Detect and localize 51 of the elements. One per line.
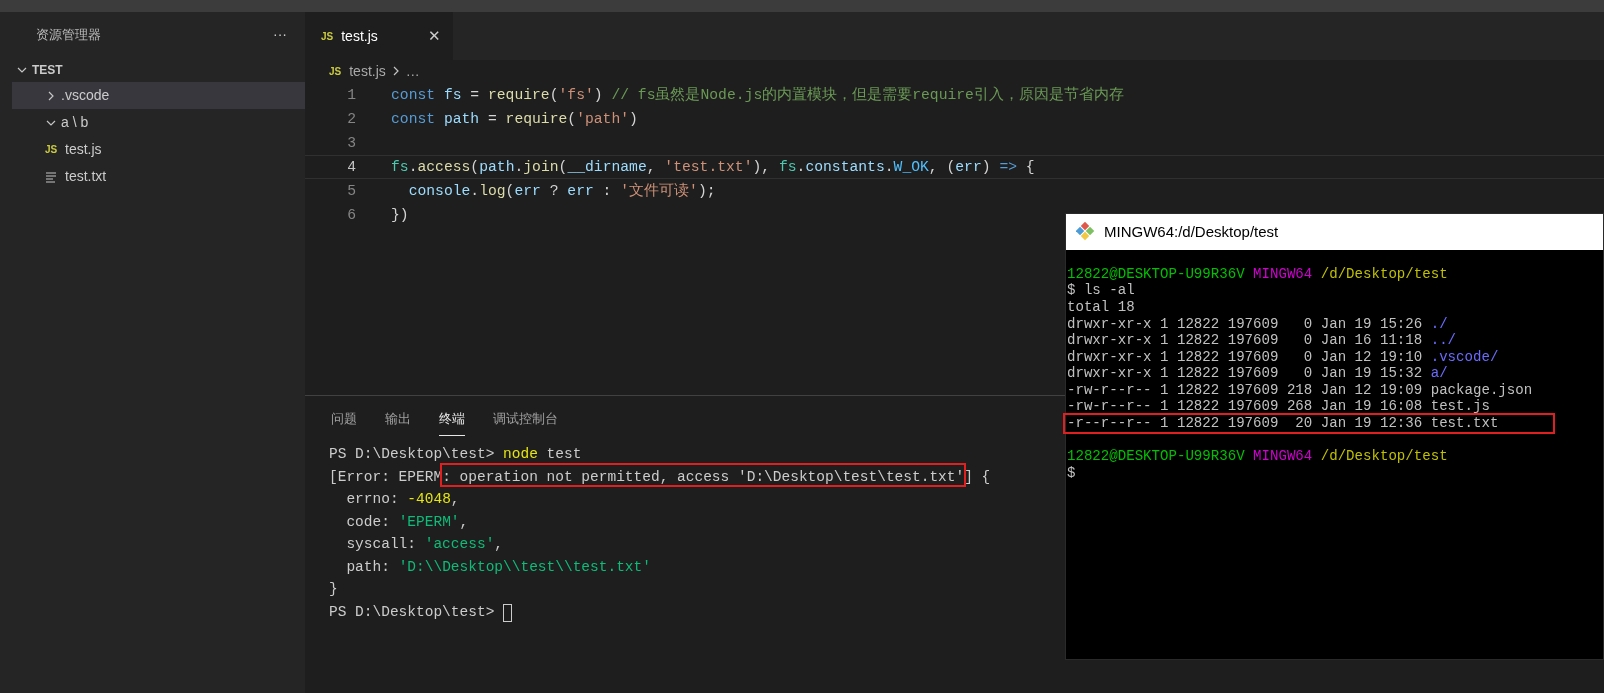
tree-item[interactable]: JS test.js (12, 136, 305, 163)
js-file-icon: JS (45, 144, 61, 155)
diamond-logo-icon (1076, 222, 1096, 242)
code-line: const path = require('path') (391, 109, 638, 129)
window-title: MINGW64:/d/Desktop/test (1104, 221, 1279, 242)
panel-tab[interactable]: 调试控制台 (493, 408, 558, 436)
terminal-line: -rw-r--r-- 1 12822 197609 218 Jan 12 19:09 package.json (1067, 380, 1533, 399)
panel-tab[interactable]: 终端 (439, 408, 465, 436)
line-number: 3 (346, 133, 356, 153)
terminal-line: errno: -4048, (345, 490, 460, 510)
terminal-line: drwxr-xr-x 1 12822 197609 0 Jan 16 11:18 ../ (1067, 331, 1457, 350)
terminal-line: drwxr-xr-x 1 12822 197609 0 Jan 12 19:10 .vscode/ (1067, 347, 1499, 366)
line-number: 6 (346, 205, 356, 225)
breadcrumb-item[interactable]: test.js (349, 60, 386, 82)
terminal-line: 12822@DESKTOP-U99R36V MINGW64 /d/Desktop/test (1067, 264, 1448, 283)
line-number: 4 (346, 158, 356, 177)
line-number: 5 (346, 181, 356, 201)
sidebar-title: 资源管理器 (36, 25, 101, 44)
breadcrumb-item[interactable]: … (405, 60, 420, 82)
terminal-line: } (329, 580, 338, 600)
js-file-icon: JS (321, 28, 334, 44)
line-number: 1 (346, 85, 356, 105)
terminal-line: 12822@DESKTOP-U99R36V MINGW64 /d/Desktop/test (1067, 447, 1448, 466)
code-line: fs.access(path.join(__dirname, 'test.txt'), fs.constants.W_OK, (err) => { (391, 158, 1035, 177)
tree-item[interactable]: test.txt (12, 163, 305, 190)
terminal-line: code: 'EPERM', (345, 512, 469, 532)
terminal-line: -rw-r--r-- 1 12822 197609 268 Jan 19 16:08 test.js (1067, 397, 1490, 417)
terminal-line: $ (1067, 463, 1076, 483)
code-line: }) (391, 205, 409, 225)
terminal-line: drwxr-xr-x 1 12822 197609 0 Jan 19 15:26 ./ (1067, 314, 1448, 333)
editor-tab[interactable]: JS test.js ✕ (305, 12, 453, 60)
line-number: 2 (346, 109, 356, 129)
terminal-line: syscall: 'access', (345, 535, 504, 555)
text-file-icon (45, 170, 57, 183)
terminal-line: PS D:\Desktop\test> node test (329, 445, 582, 465)
tree-item[interactable]: a \ b (12, 109, 305, 136)
terminal-line: -r--r--r-- 1 12822 197609 20 Jan 19 12:36 test.txt (1067, 414, 1499, 434)
code-line: const fs = require('fs') // fs虽然是Node.js的内置模块，但是需要require引入，原因是节省内存 (391, 85, 1124, 105)
terminal-line: PS D:\Desktop\test> (329, 602, 496, 622)
terminal-line: drwxr-xr-x 1 12822 197609 0 Jan 19 15:32 a/ (1067, 364, 1448, 383)
tree-item[interactable]: TEST (0, 57, 305, 82)
terminal-line: $ ls -al (1067, 281, 1135, 300)
more-actions-button[interactable]: ··· (273, 24, 287, 45)
panel-tab[interactable]: 输出 (385, 408, 411, 436)
js-file-icon: JS (329, 63, 342, 79)
panel-tab[interactable]: 问题 (331, 408, 357, 436)
close-icon[interactable]: ✕ (428, 24, 441, 48)
terminal-line: total 18 (1067, 297, 1135, 317)
code-line: console.log(err ? err : '文件可读'); (407, 181, 716, 201)
tree-item[interactable]: .vscode (12, 82, 305, 109)
terminal-line: path: 'D:\\Desktop\\test\\test.txt' (345, 557, 651, 577)
